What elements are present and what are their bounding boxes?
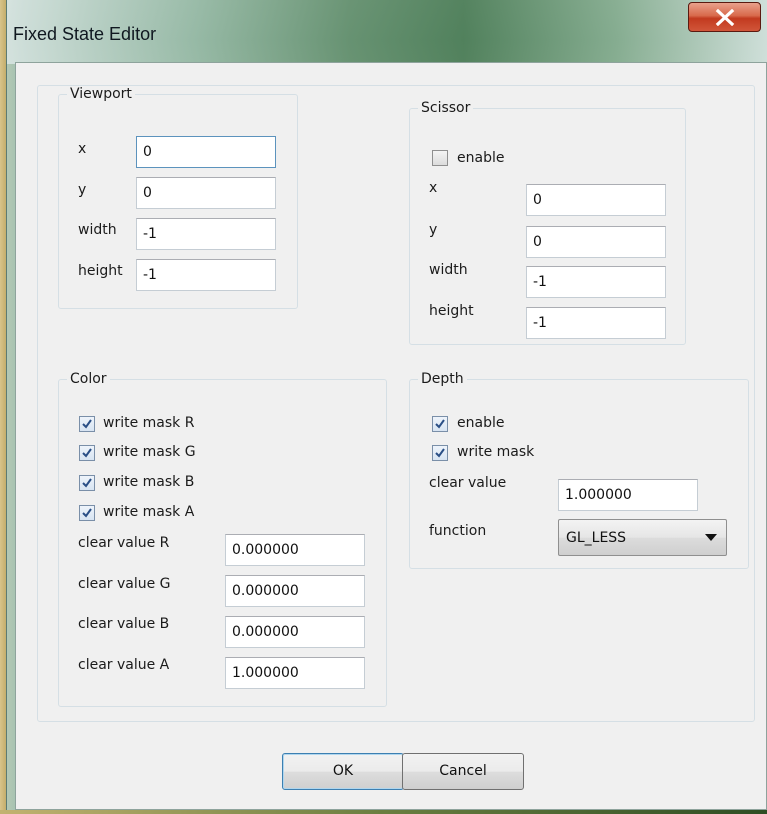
scissor-y-input[interactable] — [526, 226, 666, 258]
clear-value-a-label: clear value A — [78, 657, 170, 673]
depth-legend: Depth — [421, 371, 464, 387]
check-icon — [82, 448, 92, 458]
write-mask-g-checkbox[interactable] — [79, 445, 95, 461]
taskbar-edge — [0, 810, 767, 814]
scissor-group: Scissor enable x y width height — [409, 100, 686, 345]
check-icon — [435, 448, 445, 458]
color-legend: Color — [70, 371, 107, 387]
depth-clear-value-label: clear value — [429, 475, 507, 491]
clear-value-g-label: clear value G — [78, 576, 171, 592]
depth-enable-label: enable — [457, 415, 505, 431]
viewport-y-label: y — [78, 182, 87, 198]
window-title: Fixed State Editor — [13, 24, 157, 44]
settings-panel: Viewport x y width height Scissor enable… — [37, 85, 755, 722]
depth-function-select[interactable]: GL_LESS — [558, 519, 727, 556]
viewport-legend: Viewport — [70, 86, 132, 102]
title-bar[interactable]: Fixed State Editor — [7, 0, 767, 64]
viewport-width-input[interactable] — [136, 218, 276, 250]
clear-value-r-input[interactable] — [225, 534, 365, 566]
write-mask-b-label: write mask B — [103, 474, 195, 490]
chevron-down-icon — [705, 534, 717, 541]
scissor-enable-checkbox[interactable] — [432, 150, 448, 166]
depth-function-label: function — [429, 523, 487, 539]
dialog-client-area: Viewport x y width height Scissor enable… — [15, 62, 767, 810]
write-mask-b-checkbox[interactable] — [79, 475, 95, 491]
depth-write-mask-label: write mask — [457, 444, 535, 460]
check-icon — [82, 478, 92, 488]
depth-function-value: GL_LESS — [566, 530, 627, 546]
dialog-window: Fixed State Editor Viewport x y width he… — [6, 0, 767, 814]
clear-value-b-label: clear value B — [78, 616, 170, 632]
scissor-enable-label: enable — [457, 150, 505, 166]
scissor-width-label: width — [429, 262, 468, 278]
write-mask-a-label: write mask A — [103, 504, 195, 520]
clear-value-b-input[interactable] — [225, 616, 365, 648]
check-icon — [82, 419, 92, 429]
scissor-x-label: x — [429, 180, 438, 196]
scissor-width-input[interactable] — [526, 266, 666, 298]
check-icon — [82, 508, 92, 518]
scissor-x-input[interactable] — [526, 184, 666, 216]
close-button[interactable] — [688, 2, 761, 32]
depth-write-mask-checkbox[interactable] — [432, 445, 448, 461]
depth-group: Depth enable write mask clear value func… — [409, 371, 749, 569]
viewport-height-label: height — [78, 263, 123, 279]
viewport-group: Viewport x y width height — [58, 86, 298, 309]
scissor-height-input[interactable] — [526, 307, 666, 339]
depth-enable-checkbox[interactable] — [432, 416, 448, 432]
scissor-legend: Scissor — [421, 100, 471, 116]
viewport-x-input[interactable] — [136, 136, 276, 168]
scissor-y-label: y — [429, 222, 438, 238]
scissor-height-label: height — [429, 303, 474, 319]
clear-value-r-label: clear value R — [78, 535, 170, 551]
color-group: Color write mask R write mask G write ma… — [58, 371, 387, 707]
viewport-height-input[interactable] — [136, 259, 276, 291]
clear-value-g-input[interactable] — [225, 575, 365, 607]
write-mask-r-checkbox[interactable] — [79, 416, 95, 432]
write-mask-g-label: write mask G — [103, 444, 196, 460]
depth-clear-value-input[interactable] — [558, 479, 698, 511]
write-mask-r-label: write mask R — [103, 415, 195, 431]
close-icon — [715, 9, 735, 26]
check-icon — [435, 419, 445, 429]
ok-button[interactable]: OK — [282, 753, 404, 790]
clear-value-a-input[interactable] — [225, 657, 365, 689]
cancel-button[interactable]: Cancel — [402, 753, 524, 790]
viewport-x-label: x — [78, 141, 87, 157]
write-mask-a-checkbox[interactable] — [79, 505, 95, 521]
viewport-y-input[interactable] — [136, 177, 276, 209]
viewport-width-label: width — [78, 222, 117, 238]
